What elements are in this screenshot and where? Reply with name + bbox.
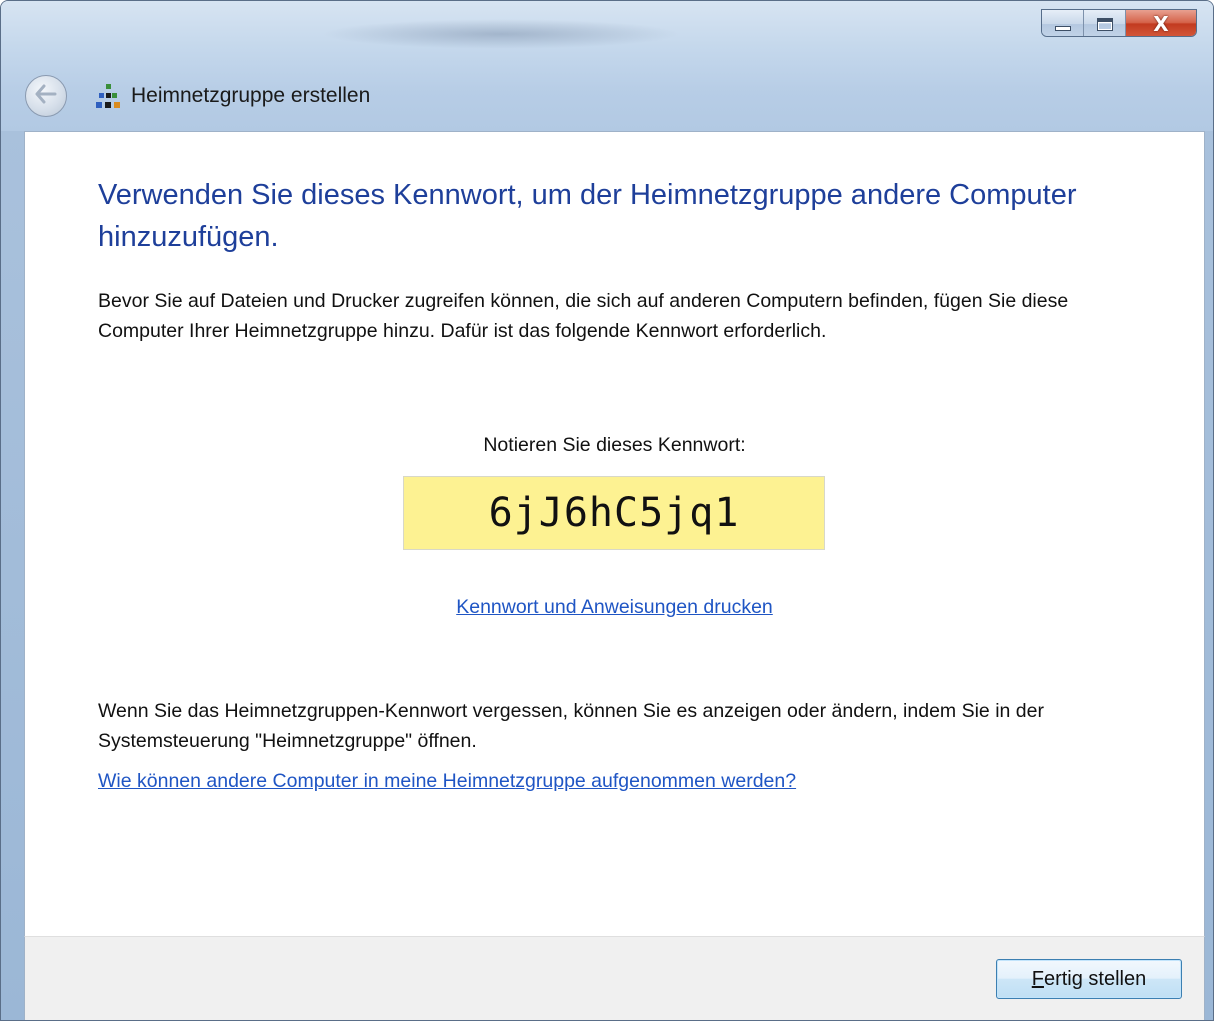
password-box: 6jJ6hC5jq1 bbox=[403, 476, 825, 550]
password-value: 6jJ6hC5jq1 bbox=[488, 490, 740, 536]
print-password-link[interactable]: Kennwort und Anweisungen drucken bbox=[456, 596, 773, 618]
dialog-footer: Fertig stellen bbox=[24, 936, 1205, 1020]
help-link[interactable]: Wie können andere Computer in meine Heim… bbox=[98, 770, 796, 793]
title-bar-glow bbox=[321, 19, 681, 49]
back-button[interactable] bbox=[25, 75, 67, 117]
maximize-icon bbox=[1096, 17, 1113, 31]
password-label: Notieren Sie dieses Kennwort: bbox=[483, 434, 746, 456]
print-link-row: Kennwort und Anweisungen drucken bbox=[25, 596, 1204, 619]
back-arrow-svg bbox=[35, 84, 57, 104]
close-button[interactable]: X bbox=[1126, 10, 1196, 36]
window-title: Heimnetzgruppe erstellen bbox=[131, 84, 371, 107]
title-bar: X Heimnetzgruppe erstellen bbox=[1, 1, 1213, 131]
back-arrow-icon bbox=[35, 84, 57, 108]
dialog-window: X Heimnetzgruppe erstellen Verwenden Sie… bbox=[0, 0, 1214, 1021]
minimize-icon bbox=[1054, 25, 1071, 31]
close-icon: X bbox=[1153, 12, 1169, 36]
navigation-bar: Heimnetzgruppe erstellen bbox=[25, 75, 370, 117]
minimize-button[interactable] bbox=[1042, 10, 1084, 36]
content-panel: Verwenden Sie dieses Kennwort, um der He… bbox=[24, 131, 1205, 936]
homegroup-icon bbox=[96, 84, 120, 108]
forgot-password-text: Wenn Sie das Heimnetzgruppen-Kennwort ve… bbox=[98, 700, 1044, 752]
finish-button[interactable]: Fertig stellen bbox=[996, 959, 1182, 999]
page-headline: Verwenden Sie dieses Kennwort, um der He… bbox=[98, 179, 1077, 253]
window-caption-buttons: X bbox=[1041, 9, 1197, 37]
intro-text: Bevor Sie auf Dateien und Drucker zugrei… bbox=[98, 290, 1069, 342]
finish-button-accelerator: F bbox=[1031, 967, 1044, 990]
finish-button-label: ertig stellen bbox=[1043, 967, 1147, 990]
maximize-button[interactable] bbox=[1084, 10, 1126, 36]
